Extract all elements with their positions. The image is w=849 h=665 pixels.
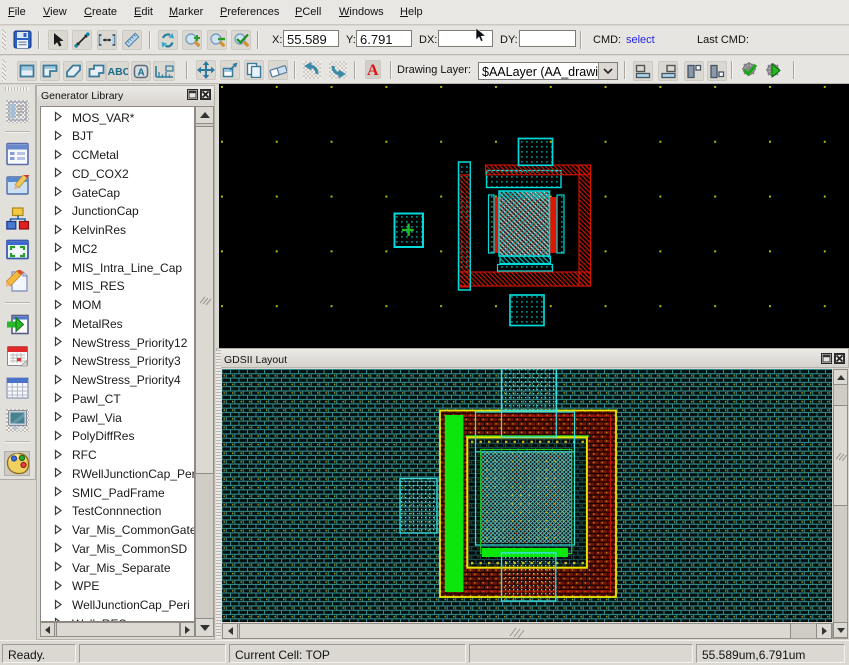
svg-text:A: A xyxy=(138,67,145,78)
svg-text:A: A xyxy=(367,62,379,78)
svg-text:ABC: ABC xyxy=(108,66,129,78)
